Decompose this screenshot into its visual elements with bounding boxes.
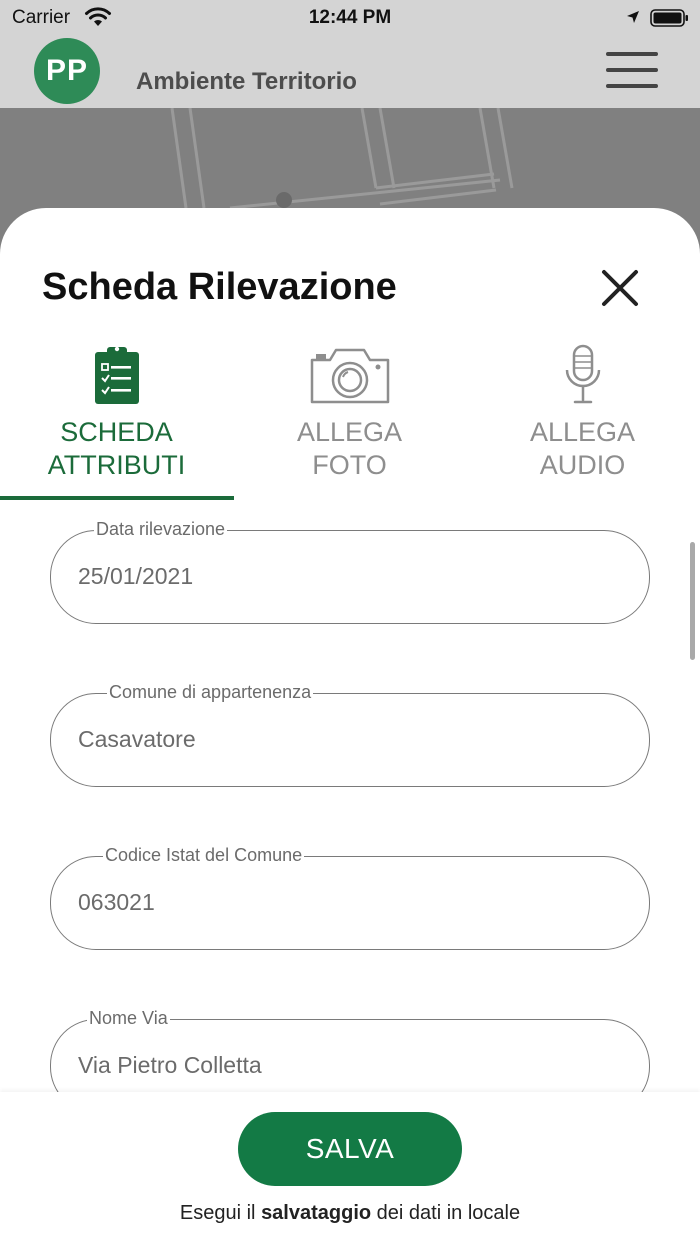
- data-rilevazione-field[interactable]: Data rilevazione 25/01/2021: [50, 519, 650, 624]
- tab-label-line2: AUDIO: [539, 450, 626, 480]
- clock: 12:44 PM: [308, 7, 392, 28]
- scrollbar[interactable]: [690, 542, 695, 660]
- tab-label: SCHEDA ATTRIBUTI: [0, 416, 233, 482]
- tab-label: ALLEGA FOTO: [233, 416, 466, 482]
- tab-bar: SCHEDA ATTRIBUTI ALLEGA FOTO ALLEGA AUDI…: [0, 338, 700, 502]
- attribute-form[interactable]: Data rilevazione 25/01/2021 Comune di ap…: [0, 514, 700, 1092]
- save-button[interactable]: SALVA: [238, 1112, 462, 1186]
- microphone-icon: [466, 344, 699, 408]
- field-label: Codice Istat del Comune: [103, 845, 305, 865]
- app-header: PP Ambiente Territorio: [0, 36, 700, 108]
- footer-note-prefix: Esegui il: [179, 1202, 262, 1224]
- hamburger-menu-icon[interactable]: [604, 50, 660, 92]
- bottom-sheet: Scheda Rilevazione SCHEDA ATTRIBUTI ALLE…: [0, 208, 700, 1244]
- tab-label: ALLEGA AUDIO: [466, 416, 699, 482]
- location-arrow-icon: [627, 11, 639, 23]
- tab-label-line2: ATTRIBUTI: [47, 450, 186, 480]
- comune-field[interactable]: Comune di appartenenza Casavatore: [50, 682, 650, 787]
- field-label: Nome Via: [87, 1008, 170, 1028]
- tab-allega-audio[interactable]: ALLEGA AUDIO: [466, 338, 699, 502]
- sheet-title: Scheda Rilevazione: [42, 266, 397, 308]
- footer-note-bold: salvataggio: [261, 1202, 372, 1224]
- footer: SALVA Esegui il salvataggio dei dati in …: [0, 1092, 700, 1244]
- close-icon[interactable]: [598, 266, 642, 310]
- field-value: Via Pietro Colletta: [78, 1052, 262, 1078]
- app-title: Ambiente Territorio: [136, 68, 357, 95]
- tab-label-line1: ALLEGA: [296, 417, 403, 447]
- tab-allega-foto[interactable]: ALLEGA FOTO: [233, 338, 466, 502]
- clipboard-checklist-icon: [0, 344, 233, 408]
- field-value: 063021: [78, 889, 155, 915]
- tab-label-line2: FOTO: [312, 450, 387, 480]
- status-bar: Carrier 12:44 PM: [0, 0, 700, 36]
- tab-label-line1: SCHEDA: [60, 417, 173, 447]
- field-label: Data rilevazione: [94, 519, 228, 539]
- camera-icon: [233, 344, 466, 408]
- field-value: 25/01/2021: [78, 563, 194, 589]
- nome-via-field[interactable]: Nome Via Via Pietro Colletta: [50, 1008, 650, 1092]
- tab-label-line1: ALLEGA: [529, 417, 636, 447]
- battery-icon: [650, 9, 688, 27]
- tab-scheda-attributi[interactable]: SCHEDA ATTRIBUTI: [0, 338, 234, 502]
- field-value: Casavatore: [78, 726, 196, 752]
- codice-istat-field[interactable]: Codice Istat del Comune 063021: [50, 845, 650, 950]
- active-tab-indicator: [0, 496, 234, 500]
- avatar[interactable]: PP: [34, 38, 100, 104]
- field-label: Comune di appartenenza: [107, 682, 314, 702]
- footer-note: Esegui il salvataggio dei dati in locale: [0, 1202, 700, 1225]
- footer-note-suffix: dei dati in locale: [371, 1202, 521, 1224]
